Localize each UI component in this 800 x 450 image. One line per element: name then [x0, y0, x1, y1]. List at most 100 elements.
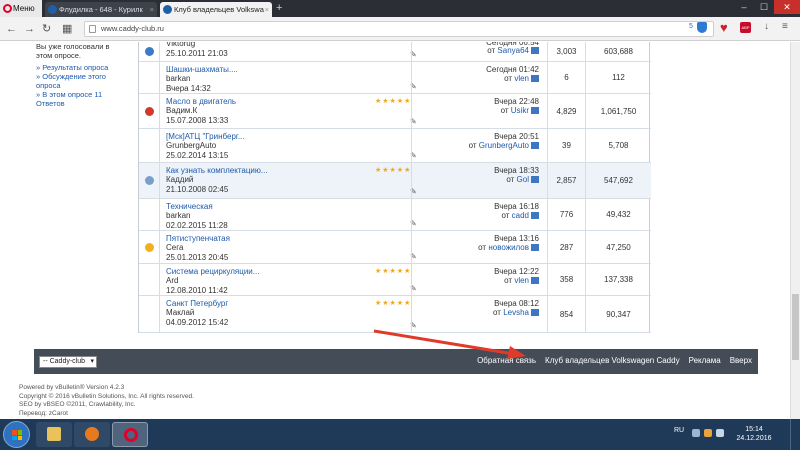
page-info-icon — [89, 25, 96, 33]
system-clock[interactable]: 15:14 24.12.2016 — [736, 425, 772, 443]
poll-results-link[interactable]: » Результаты опроса — [36, 63, 116, 72]
stop-icon — [145, 106, 154, 116]
thread-title-link[interactable]: Санкт Петербург — [166, 299, 228, 308]
go-to-last-post-icon[interactable] — [531, 47, 539, 54]
url-field[interactable]: www.caddy-club.ru — [84, 21, 714, 37]
thread-row: Система рециркуляции... Ard ★★★★★ ✎ 12.08.20… — [139, 264, 651, 296]
last-post-date: Вчера 20:51 — [494, 132, 539, 141]
thread-title-link[interactable]: Пятиступенчатая — [166, 234, 230, 243]
go-to-last-post-icon[interactable] — [531, 309, 539, 316]
page-scrollbar[interactable] — [790, 42, 800, 419]
go-to-last-post-icon[interactable] — [531, 107, 539, 114]
last-post-user-link[interactable]: новожилов — [488, 243, 529, 252]
scrollbar-thumb[interactable] — [792, 294, 799, 360]
new-tab-button[interactable]: + — [276, 2, 282, 15]
last-post-date: Вчера 08:12 — [494, 299, 539, 308]
speed-dial-icon[interactable]: ▦ — [62, 22, 72, 36]
tab-caddy-club[interactable]: Клуб владельцев Volkswa × — [160, 2, 272, 17]
close-tab-icon[interactable]: × — [265, 2, 269, 17]
rating-stars: ★★★★★ — [375, 167, 412, 174]
arrow-shaft — [373, 329, 521, 357]
last-post-user-link[interactable]: cadd — [512, 211, 529, 220]
vw-favicon-icon — [163, 5, 172, 14]
last-post-user-link[interactable]: vlen — [514, 74, 529, 83]
heart-icon[interactable]: ♥ — [720, 20, 728, 35]
thread-author[interactable]: barkan — [166, 211, 190, 220]
start-button[interactable] — [3, 421, 30, 448]
replies-count: 6 — [547, 62, 585, 93]
thread-author[interactable]: Вадим.К — [166, 106, 197, 115]
club-home-link[interactable]: Клуб владельцев Volkswagen Caddy — [545, 356, 680, 365]
advertising-link[interactable]: Реклама — [689, 356, 721, 365]
back-to-top-link[interactable]: Вверх — [730, 356, 752, 365]
last-post-cell: Вчера 16:18 от cadd — [411, 199, 547, 230]
last-post-cell: Вчера 22:48 от Usikr — [411, 94, 547, 128]
download-icon[interactable]: ↓ — [764, 21, 769, 32]
rating-stars: ★★★★★ — [375, 268, 412, 275]
last-post-user-link[interactable]: Usikr — [511, 106, 529, 115]
thread-author[interactable]: Маклай — [166, 308, 194, 317]
copyright-text: Copyright © 2016 vBulletin Solutions, In… — [19, 392, 194, 400]
replies-count: 4,829 — [547, 94, 585, 128]
last-post-user-link[interactable]: GrunbergAuto — [479, 141, 529, 150]
tab-fludilka[interactable]: Флудилка - 648 - Курилк × — [45, 2, 157, 17]
thread-author[interactable]: Каддий — [166, 175, 193, 184]
language-indicator[interactable]: RU — [674, 427, 684, 434]
forward-icon[interactable]: → — [24, 22, 35, 36]
menu-icon[interactable]: ≡ — [782, 21, 788, 32]
go-to-last-post-icon[interactable] — [531, 176, 539, 183]
go-to-last-post-icon[interactable] — [531, 244, 539, 251]
show-desktop-button[interactable] — [790, 419, 800, 450]
thread-author[interactable]: Viktorug — [166, 42, 195, 48]
poll-answers-link[interactable]: » В этом опросе 11 Ответов — [36, 90, 116, 108]
reload-icon[interactable]: ↻ — [42, 22, 51, 36]
taskbar-explorer[interactable] — [36, 422, 72, 447]
views-count: 90,347 — [585, 296, 651, 332]
thread-row: Масло в двигатель Вадим.К ★★★★★ ✎ 15.07.2008… — [139, 94, 651, 129]
go-to-last-post-icon[interactable] — [531, 212, 539, 219]
maximize-icon[interactable]: ☐ — [754, 0, 774, 14]
minimize-icon[interactable]: – — [734, 0, 754, 14]
thread-row: Viktorug ✎ 25.10.2011 21:03 Сегодня 06:54 от… — [139, 42, 651, 62]
volume-icon[interactable] — [716, 429, 724, 437]
last-post-user-link[interactable]: Gol — [517, 175, 529, 184]
network-icon[interactable] — [692, 429, 700, 437]
go-to-last-post-icon[interactable] — [531, 142, 539, 149]
go-to-last-post-icon[interactable] — [531, 75, 539, 82]
browser-tab-bar: Меню Флудилка - 648 - Курилк × Клуб владе… — [0, 0, 800, 17]
thread-row: Пятиступенчатая Сега ✎ 25.01.2013 20:45 Вчер… — [139, 231, 651, 264]
last-post-user-link[interactable]: vlen — [514, 276, 529, 285]
close-window-icon[interactable]: ✕ — [774, 0, 800, 14]
notification-icon[interactable] — [704, 429, 712, 437]
thread-start-date: 25.10.2011 21:03 — [166, 49, 228, 58]
thread-author[interactable]: Ard — [166, 276, 178, 285]
back-icon[interactable]: ← — [6, 22, 17, 36]
thread-title-link[interactable]: [Мск]АТЦ "Гринберг... — [166, 132, 245, 141]
windows-taskbar: RU 15:14 24.12.2016 — [0, 419, 800, 450]
taskbar-opera[interactable] — [112, 422, 148, 447]
last-post-user-link[interactable]: Sanya64 — [497, 46, 529, 55]
thread-title-link[interactable]: Как узнать комплектацию... — [166, 166, 268, 175]
thread-title-link[interactable]: Техническая — [166, 202, 213, 211]
thread-title-cell: Шашки-шахматы.... barkan ✎ Вчера 14:32 — [160, 62, 417, 93]
arrow-head — [507, 346, 526, 359]
thread-author[interactable]: barkan — [166, 74, 190, 83]
poll-discussion-link[interactable]: » Обсуждение этого опроса — [36, 72, 116, 90]
close-tab-icon[interactable]: × — [150, 2, 154, 17]
adblock-icon[interactable]: ABP — [740, 22, 751, 33]
thread-icon-cell — [139, 296, 160, 332]
seo-text: SEO by vBSEO ©2011, Crawlability, Inc. — [19, 401, 136, 408]
opera-menu-button[interactable]: Меню — [0, 0, 42, 17]
last-post-user-link[interactable]: Levsha — [503, 308, 529, 317]
thread-author[interactable]: GrunbergAuto — [166, 141, 216, 150]
shield-icon[interactable] — [697, 22, 707, 33]
thread-title-link[interactable]: Шашки-шахматы.... — [166, 65, 238, 74]
thread-title-link[interactable]: Система рециркуляции... — [166, 267, 259, 276]
smile-icon — [145, 242, 154, 252]
style-select[interactable]: -- Caddy-club — [39, 356, 97, 368]
thread-author[interactable]: Сега — [166, 243, 183, 252]
last-post-cell: Сегодня 06:54 от Sanya64 — [411, 42, 547, 61]
thread-title-link[interactable]: Масло в двигатель — [166, 97, 236, 106]
taskbar-media-player[interactable] — [74, 422, 110, 447]
go-to-last-post-icon[interactable] — [531, 277, 539, 284]
